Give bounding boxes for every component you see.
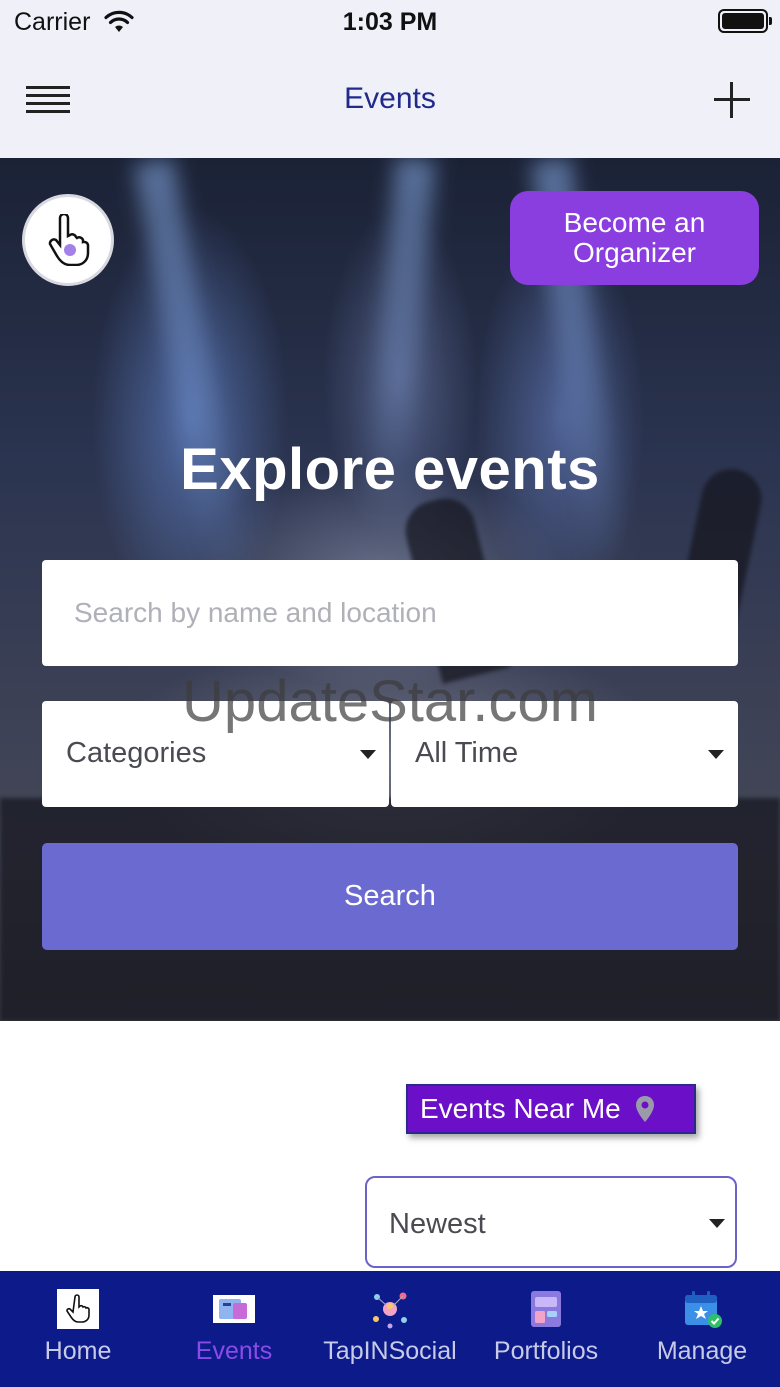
stage-light <box>133 158 247 579</box>
social-icon <box>373 1292 407 1329</box>
sort-select[interactable]: Newest <box>365 1176 737 1268</box>
hand-cursor-icon <box>48 214 90 266</box>
tab-home-label: Home <box>44 1337 112 1365</box>
event-search-input[interactable] <box>42 560 738 666</box>
caret-down-icon <box>360 750 376 759</box>
hero-section: Become an Organizer Explore events Categ… <box>0 158 780 1021</box>
time-select[interactable]: All Time <box>391 701 738 807</box>
home-cursor-icon <box>57 1289 99 1329</box>
tab-manage-label: Manage <box>656 1337 748 1365</box>
events-screen: Carrier 1:03 PM Events Become an Organiz… <box>0 0 780 1387</box>
calendar-check-icon <box>685 1291 722 1328</box>
categories-select[interactable]: Categories <box>42 701 389 807</box>
caret-down-icon <box>709 1219 725 1228</box>
hero-title: Explore events <box>180 437 600 502</box>
portfolio-icon <box>531 1291 561 1327</box>
app-logo[interactable] <box>22 194 114 286</box>
page-title: Events <box>344 82 436 115</box>
events-near-me-button[interactable]: Events Near Me <box>406 1084 696 1134</box>
become-organizer-button[interactable]: Become an Organizer <box>510 191 759 285</box>
tab-portfolios-label: Portfolios <box>493 1337 599 1365</box>
sort-select-label: Newest <box>389 1208 486 1240</box>
bottom-tab-bar: Home Events TapINSocial Portfolios Manag… <box>0 1271 780 1387</box>
categories-select-label: Categories <box>66 737 207 769</box>
top-bar: Carrier 1:03 PM Events <box>0 0 780 158</box>
add-event-button[interactable] <box>712 80 752 120</box>
tab-events-label: Events <box>195 1337 273 1365</box>
tab-manage[interactable]: Manage <box>624 1271 780 1387</box>
tab-events[interactable]: Events <box>156 1271 312 1387</box>
time-select-label: All Time <box>415 737 519 769</box>
caret-down-icon <box>708 750 724 759</box>
tab-home[interactable]: Home <box>0 1271 156 1387</box>
status-time: 1:03 PM <box>342 8 438 36</box>
tab-tapinsocial-label: TapINSocial <box>323 1337 457 1365</box>
events-near-me-label: Events Near Me <box>420 1093 621 1124</box>
location-pin-icon <box>635 1096 654 1122</box>
tab-portfolios[interactable]: Portfolios <box>468 1271 624 1387</box>
battery-icon <box>718 9 772 33</box>
tab-tapinsocial[interactable]: TapINSocial <box>312 1271 468 1387</box>
search-button[interactable]: Search <box>42 843 738 950</box>
events-icon <box>213 1295 255 1323</box>
